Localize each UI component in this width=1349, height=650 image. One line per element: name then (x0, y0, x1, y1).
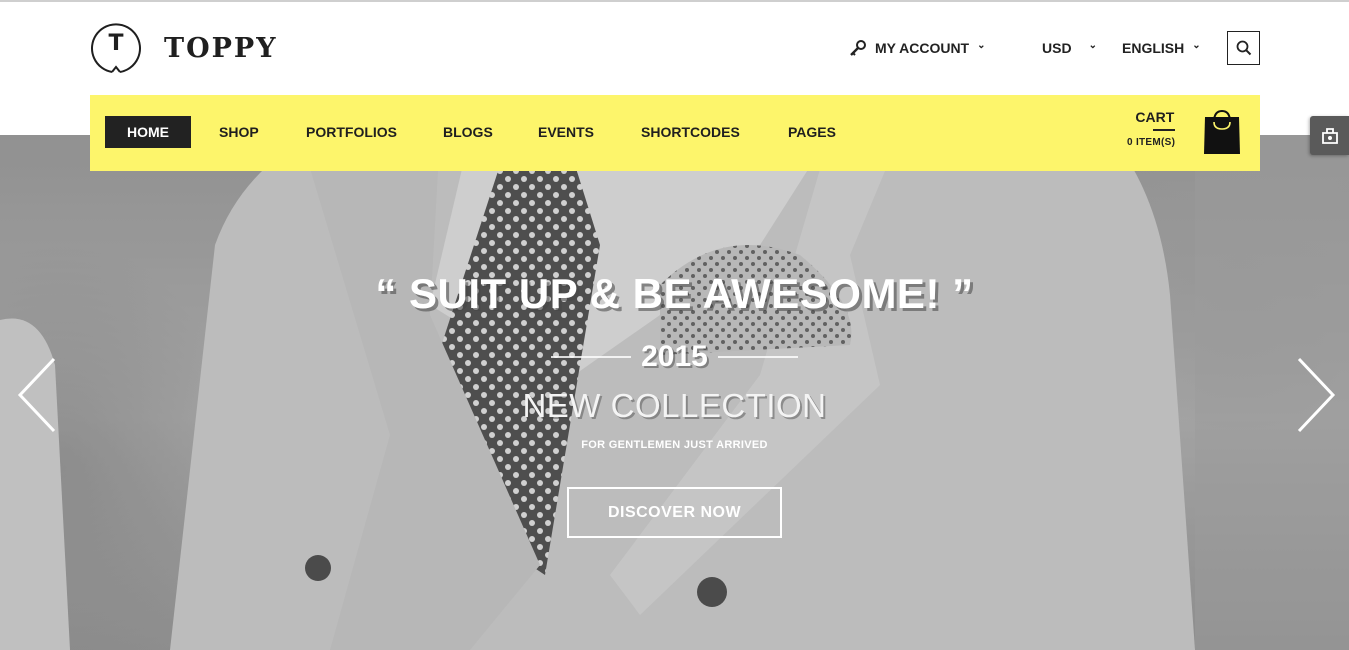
shopping-bag-icon[interactable] (1202, 108, 1242, 156)
year-divider-left (551, 356, 632, 358)
hero-year: 2015 (641, 340, 708, 373)
year-divider-right (717, 356, 798, 358)
cart-label: CART (1135, 109, 1175, 125)
currency-dropdown[interactable]: USD ⌄ (1042, 38, 1097, 58)
hero-year-row: 2015 (0, 340, 1349, 374)
cart-summary[interactable]: CART 0 ITEM(S) (1127, 109, 1176, 148)
settings-toggle-icon (1321, 127, 1338, 144)
discover-now-button[interactable]: DISCOVER NOW (567, 487, 782, 538)
nav-item-shop[interactable]: SHOP (219, 116, 259, 148)
chevron-down-icon: ⌄ (1088, 39, 1097, 51)
main-navigation: HOME SHOP PORTFOLIOS BLOGS EVENTS SHORTC… (90, 95, 1260, 171)
brand-name: TOPPY (164, 32, 278, 64)
hero-collection: NEW COLLECTION (522, 387, 827, 424)
cart-item-count: 0 ITEM(S) (1127, 137, 1176, 148)
my-account-dropdown[interactable]: MY ACCOUNT ⌄ (849, 38, 986, 58)
logo-mark-icon: T (90, 22, 142, 74)
cart-divider (1153, 129, 1176, 131)
language-label: ENGLISH (1122, 40, 1185, 56)
nav-item-portfolios[interactable]: PORTFOLIOS (306, 116, 397, 148)
currency-label: USD (1042, 40, 1072, 56)
nav-item-pages[interactable]: PAGES (788, 116, 836, 148)
my-account-label: MY ACCOUNT (875, 40, 970, 56)
brand-logo[interactable]: T TOPPY (90, 22, 278, 74)
hero-headline: “ SUIT UP & BE AWESOME! ” (375, 270, 974, 317)
hero-slider: “ SUIT UP & BE AWESOME! ” 2015 NEW COLLE… (0, 135, 1349, 650)
hero-subtitle: FOR GENTLEMEN JUST ARRIVED (581, 439, 768, 451)
language-dropdown[interactable]: ENGLISH ⌄ (1122, 38, 1201, 58)
chevron-down-icon: ⌄ (1192, 39, 1201, 51)
search-icon (1236, 40, 1251, 56)
nav-item-shortcodes[interactable]: SHORTCODES (641, 116, 740, 148)
top-border (0, 0, 1349, 2)
nav-item-events[interactable]: EVENTS (538, 116, 594, 148)
chevron-down-icon: ⌄ (977, 39, 986, 51)
nav-item-home[interactable]: HOME (105, 116, 191, 148)
settings-toggle-button[interactable] (1310, 116, 1349, 155)
logo-letter: T (108, 31, 124, 56)
search-button[interactable] (1227, 31, 1260, 65)
key-icon (850, 40, 866, 56)
nav-item-blogs[interactable]: BLOGS (443, 116, 493, 148)
